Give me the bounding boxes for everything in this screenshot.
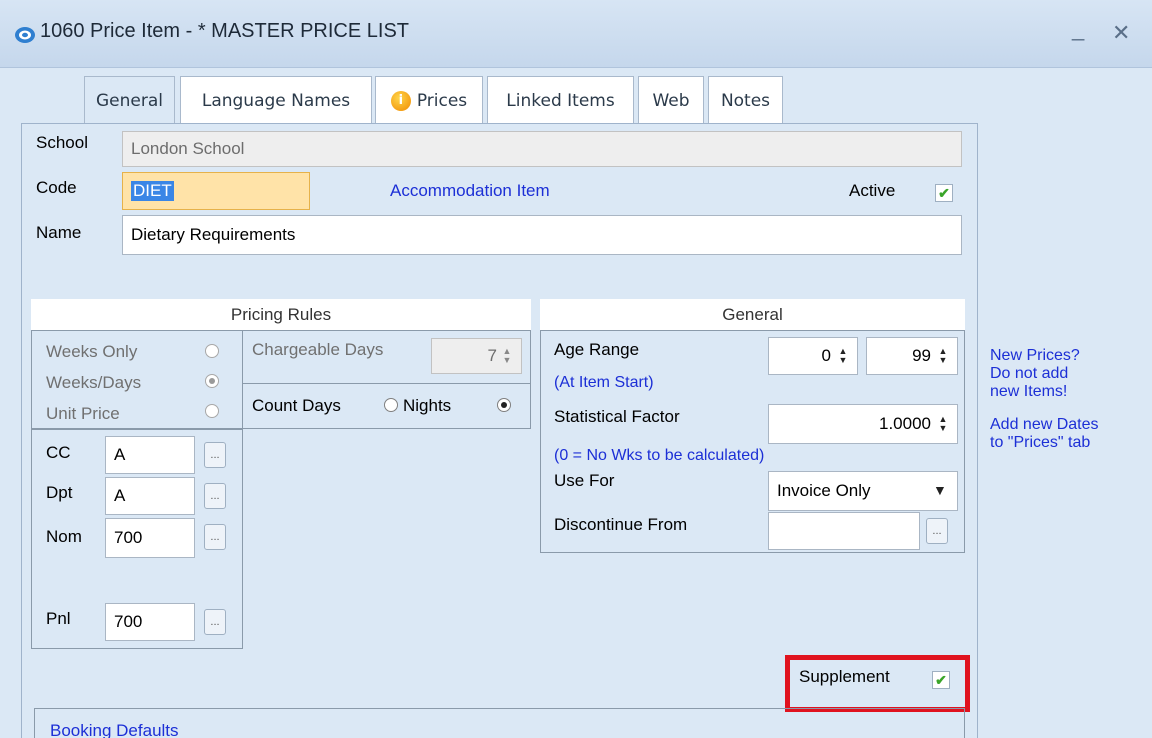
- ellipsis-icon: ...: [210, 490, 220, 502]
- pricing-rules-title: Pricing Rules: [31, 299, 531, 331]
- chargeable-days-spinner: ▲ ▼: [502, 346, 512, 365]
- pnl-input[interactable]: 700: [105, 603, 195, 641]
- cc-lookup-button[interactable]: ...: [204, 442, 226, 468]
- age-max-value: 99: [912, 346, 931, 365]
- ellipsis-icon: ...: [932, 525, 942, 537]
- use-for-select[interactable]: Invoice Only: [768, 471, 958, 511]
- title-bar: 1060 Price Item - * MASTER PRICE LIST _ …: [0, 0, 1152, 68]
- discontinue-label: Discontinue From: [554, 515, 688, 534]
- side-note-line: to "Prices" tab: [990, 434, 1091, 451]
- info-icon: i: [390, 90, 411, 111]
- tab-label: Web: [652, 90, 690, 111]
- discontinue-input[interactable]: [768, 512, 920, 550]
- stat-factor-input[interactable]: 1.0000: [768, 404, 958, 444]
- weeks-days-label: Weeks/Days: [46, 373, 142, 392]
- checkmark-icon: ✔: [938, 184, 950, 201]
- tab-notes[interactable]: Notes: [708, 76, 783, 124]
- side-note-line: New Prices?: [990, 347, 1080, 364]
- nights-label: Nights: [403, 396, 452, 415]
- age-min-spinner[interactable]: ▲ ▼: [836, 344, 850, 368]
- nights-radio[interactable]: [497, 398, 511, 412]
- chargeable-days-label: Chargeable Days: [252, 340, 384, 359]
- school-label: School: [36, 133, 88, 152]
- tab-label: General: [96, 91, 163, 111]
- code-value-selected: DIET: [131, 181, 174, 201]
- nom-label: Nom: [46, 527, 82, 546]
- nom-input[interactable]: 700: [105, 518, 195, 558]
- tab-language-names[interactable]: Language Names: [180, 76, 372, 124]
- dpt-value: A: [114, 486, 126, 505]
- ellipsis-icon: ...: [210, 531, 220, 543]
- app-logo-icon: [15, 27, 35, 43]
- tab-label: Linked Items: [506, 90, 615, 111]
- chargeable-days-value: 7: [487, 346, 497, 365]
- stat-factor-spinner[interactable]: ▲ ▼: [936, 412, 950, 436]
- tab-web[interactable]: Web: [638, 76, 704, 124]
- tab-label: Notes: [720, 90, 771, 111]
- weeks-only-label: Weeks Only: [46, 342, 138, 361]
- cc-label: CC: [46, 443, 71, 462]
- school-value: London School: [131, 139, 245, 158]
- tab-label: Prices: [416, 90, 468, 111]
- pricing-divider-h: [242, 383, 531, 384]
- dpt-input[interactable]: A: [105, 477, 195, 515]
- age-range-label: Age Range: [554, 340, 640, 359]
- window-title: 1060 Price Item - * MASTER PRICE LIST: [40, 20, 409, 42]
- name-input[interactable]: Dietary Requirements: [122, 215, 962, 255]
- tab-label: Language Names: [201, 90, 351, 111]
- supplement-checkbox[interactable]: ✔: [932, 671, 950, 689]
- booking-defaults-label: Booking Defaults: [50, 721, 179, 738]
- name-value: Dietary Requirements: [131, 225, 296, 244]
- school-field: London School: [122, 131, 962, 167]
- pricing-rules-title-text: Pricing Rules: [230, 304, 332, 324]
- stat-note: (0 = No Wks to be calculated): [554, 447, 765, 464]
- supplement-label: Supplement: [799, 667, 890, 686]
- unit-price-label: Unit Price: [46, 404, 120, 423]
- discontinue-lookup-button[interactable]: ...: [926, 518, 948, 544]
- code-input[interactable]: DIET: [122, 172, 310, 210]
- chevron-down-icon[interactable]: ▼: [933, 482, 947, 498]
- general-group-title: General: [540, 299, 965, 331]
- pricing-divider: [242, 331, 243, 429]
- unit-price-radio[interactable]: [205, 404, 219, 418]
- close-button[interactable]: ✕: [1112, 20, 1130, 46]
- cc-input[interactable]: A: [105, 436, 195, 474]
- minimize-button[interactable]: _: [1072, 16, 1084, 42]
- count-days-label: Count Days: [252, 396, 341, 415]
- age-note: (At Item Start): [554, 374, 654, 391]
- ellipsis-icon: ...: [210, 616, 220, 628]
- pnl-lookup-button[interactable]: ...: [204, 609, 226, 635]
- tab-linked-items[interactable]: Linked Items: [487, 76, 634, 124]
- nom-lookup-button[interactable]: ...: [204, 524, 226, 550]
- side-note-line: Do not add: [990, 365, 1069, 382]
- stat-factor-label: Statistical Factor: [554, 407, 680, 426]
- count-days-radio[interactable]: [384, 398, 398, 412]
- active-label: Active: [849, 181, 896, 200]
- item-type-label: Accommodation Item: [390, 181, 550, 200]
- dpt-label: Dpt: [46, 483, 73, 502]
- name-label: Name: [36, 223, 82, 242]
- side-note-line: new Items!: [990, 383, 1068, 400]
- pnl-label: Pnl: [46, 609, 71, 628]
- code-label: Code: [36, 178, 77, 197]
- weeks-only-radio[interactable]: [205, 344, 219, 358]
- tab-prices[interactable]: i Prices: [375, 76, 483, 124]
- general-group-title-text: General: [722, 304, 783, 324]
- checkmark-icon: ✔: [935, 671, 947, 688]
- age-max-spinner[interactable]: ▲ ▼: [936, 344, 950, 368]
- dpt-lookup-button[interactable]: ...: [204, 483, 226, 509]
- tab-general[interactable]: General: [84, 76, 175, 125]
- pnl-value: 700: [114, 612, 143, 631]
- age-min-value: 0: [821, 346, 831, 365]
- cc-value: A: [114, 445, 126, 464]
- use-for-label: Use For: [554, 471, 615, 490]
- stat-factor-value: 1.0000: [879, 414, 931, 433]
- use-for-value: Invoice Only: [777, 481, 871, 500]
- weeks-days-radio[interactable]: [205, 374, 219, 388]
- ellipsis-icon: ...: [210, 449, 220, 461]
- side-note: New Prices? Do not add new Items! Add ne…: [990, 347, 1099, 452]
- active-checkbox[interactable]: ✔: [935, 184, 953, 202]
- nom-value: 700: [114, 528, 143, 547]
- side-note-line: Add new Dates: [990, 416, 1099, 433]
